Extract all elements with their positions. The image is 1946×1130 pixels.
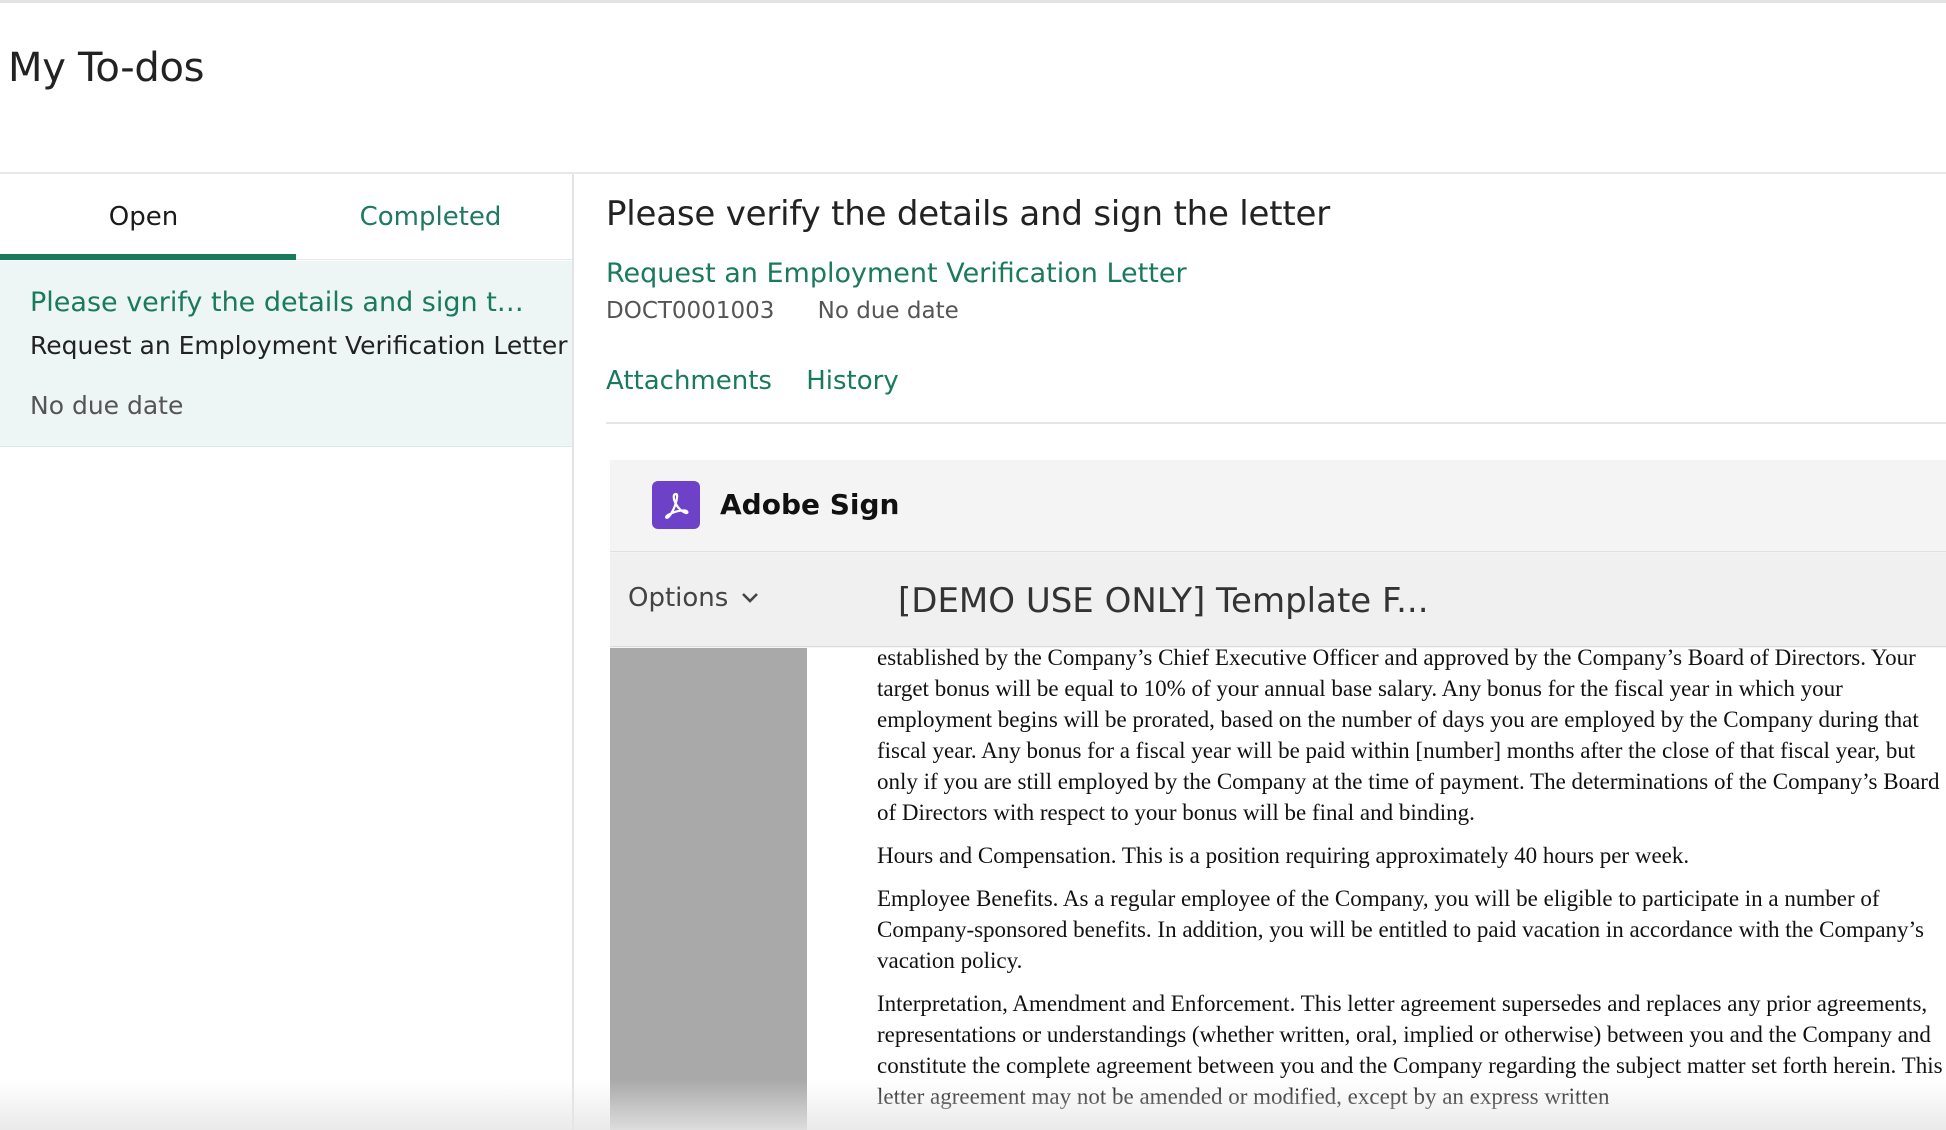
document-gutter (610, 648, 807, 1130)
detail-meta: DOCT0001003 No due date (606, 298, 995, 324)
detail-tabs: Attachments History (606, 366, 925, 396)
todo-item-title: Please verify the details and sign the l… (30, 287, 540, 318)
adobe-sign-frame: Adobe Sign Options [DEMO USE ONLY] Templ… (610, 460, 1946, 1130)
tab-attachments[interactable]: Attachments (606, 366, 772, 396)
todo-item-subtitle: Request an Employment Verification Lette… (30, 331, 568, 360)
detail-title: Please verify the details and sign the l… (606, 194, 1330, 234)
tab-history[interactable]: History (806, 366, 899, 396)
todo-list-item[interactable]: Please verify the details and sign the l… (0, 261, 572, 447)
page-title: My To-dos (8, 45, 205, 91)
doc-paragraph: Employee Benefits. As a regular employee… (877, 886, 1924, 973)
adobe-sign-brand: Adobe Sign (720, 488, 900, 521)
document-text: established by the Company’s Chief Execu… (877, 648, 1946, 1124)
request-link[interactable]: Request an Employment Verification Lette… (606, 258, 1187, 289)
doc-paragraph: Interpretation, Amendment and Enforcemen… (877, 991, 1943, 1109)
document-viewer[interactable]: established by the Company’s Chief Execu… (610, 648, 1946, 1130)
tab-completed[interactable]: Completed (287, 174, 574, 260)
adobe-acrobat-icon (652, 481, 700, 529)
options-label: Options (628, 583, 729, 613)
todo-tabs: Open Completed (0, 174, 572, 260)
active-tab-indicator (0, 254, 296, 260)
tab-open[interactable]: Open (0, 174, 287, 260)
document-page: established by the Company’s Chief Execu… (807, 648, 1946, 1130)
chevron-down-icon (742, 593, 759, 603)
detail-due-date: No due date (817, 298, 959, 324)
doc-paragraph: Hours and Compensation. This is a positi… (877, 843, 1690, 868)
todo-list-pane: Open Completed Please verify the details… (0, 174, 574, 1130)
doc-paragraph: established by the Company’s Chief Execu… (877, 648, 1940, 825)
detail-divider (606, 422, 1946, 424)
adobe-sign-toolbar: Options [DEMO USE ONLY] Template F... (610, 553, 1946, 647)
options-dropdown[interactable]: Options (628, 583, 760, 613)
document-title: [DEMO USE ONLY] Template F... (898, 581, 1429, 621)
top-divider (0, 0, 1946, 3)
doc-number: DOCT0001003 (606, 298, 775, 324)
todo-item-due-date: No due date (30, 391, 184, 420)
adobe-sign-header: Adobe Sign (610, 460, 1946, 552)
